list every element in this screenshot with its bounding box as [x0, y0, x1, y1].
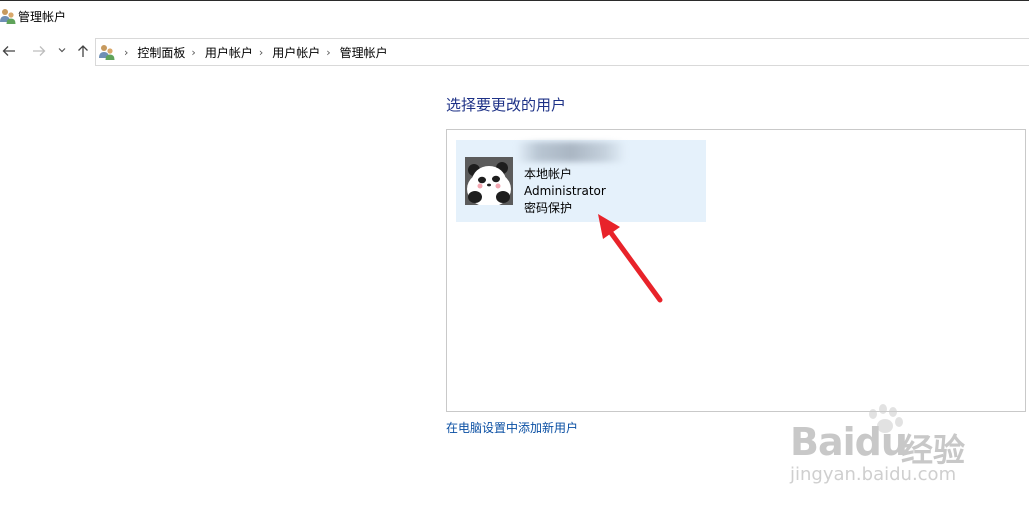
account-type-label: 本地帐户: [524, 167, 573, 181]
breadcrumb-user-accounts-2[interactable]: 用户帐户: [272, 44, 320, 61]
panda-avatar-icon: [465, 157, 513, 205]
breadcrumb-manage-accounts[interactable]: 管理帐户: [340, 44, 388, 61]
breadcrumb-control-panel[interactable]: 控制面板: [137, 44, 185, 61]
password-status-label: 密码保护: [524, 201, 573, 215]
chevron-right-icon[interactable]: ›: [259, 46, 263, 59]
up-button[interactable]: [74, 43, 92, 61]
users-icon: [99, 45, 115, 60]
chevron-down-icon: [58, 48, 66, 53]
add-new-user-link[interactable]: 在电脑设置中添加新用户: [446, 420, 578, 436]
address-bar[interactable]: › 控制面板 › 用户帐户 › 用户帐户 › 管理帐户: [95, 38, 1029, 66]
account-role-label: Administrator: [524, 184, 606, 198]
back-button[interactable]: [0, 43, 18, 61]
up-arrow-icon: [78, 45, 88, 57]
blurred-username: [516, 142, 626, 162]
watermark-brand: Baidu: [790, 420, 908, 464]
back-arrow-icon: [2, 46, 15, 56]
watermark-url: jingyan.baidu.com: [790, 464, 957, 485]
chevron-right-icon[interactable]: ›: [124, 46, 128, 59]
window-title: 管理帐户: [18, 10, 67, 24]
breadcrumb: › 控制面板 › 用户帐户 › 用户帐户 › 管理帐户: [118, 39, 388, 65]
forward-arrow-icon: [33, 46, 46, 56]
forward-button[interactable]: [30, 43, 48, 61]
title-bar: 管理帐户: [0, 1, 1029, 31]
user-list-panel: 本地帐户 Administrator 密码保护: [446, 129, 1026, 412]
page-heading: 选择要更改的用户: [446, 96, 567, 114]
recent-locations-button[interactable]: [53, 44, 71, 62]
breadcrumb-user-accounts[interactable]: 用户帐户: [205, 44, 253, 61]
user-avatar: [465, 157, 513, 205]
users-icon: [0, 9, 16, 24]
chevron-right-icon[interactable]: ›: [326, 46, 330, 59]
chevron-right-icon[interactable]: ›: [191, 46, 195, 59]
user-tile[interactable]: 本地帐户 Administrator 密码保护: [456, 140, 706, 222]
